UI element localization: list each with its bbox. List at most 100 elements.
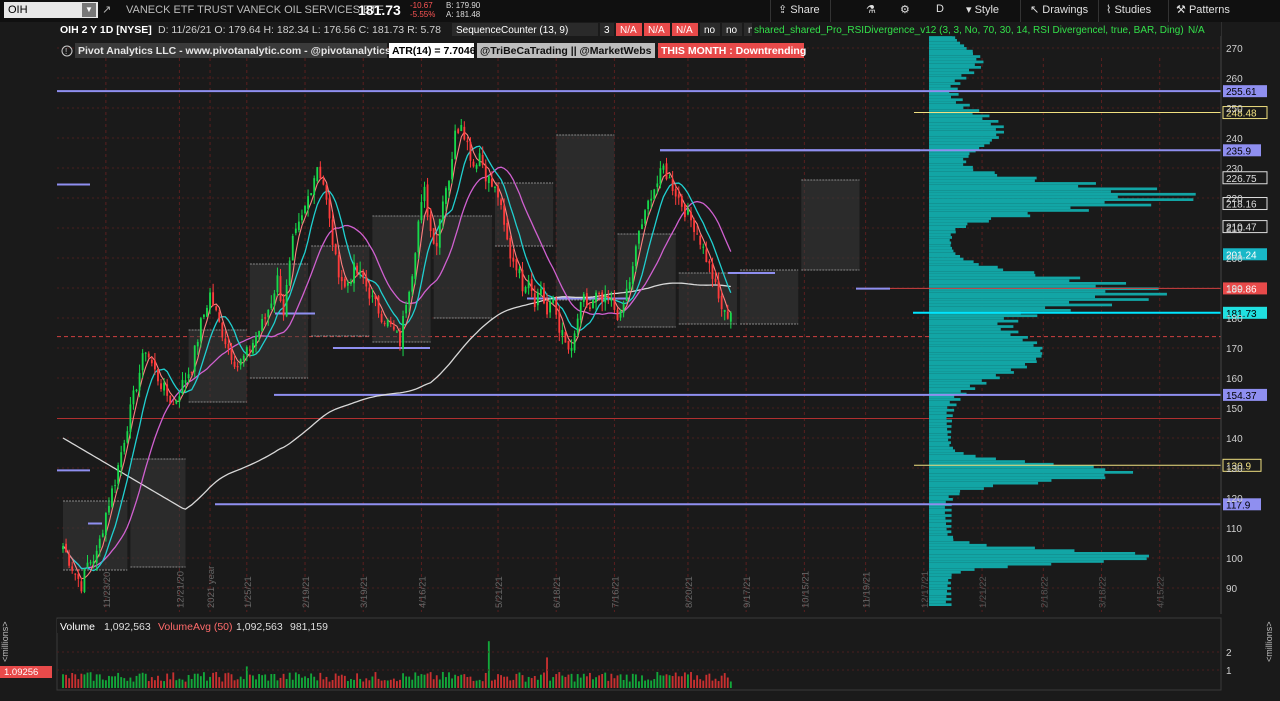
- volume-bar: [304, 676, 306, 688]
- chart-area[interactable]: 255.61 248.48 235.9 226.75 218.16 210.47 201.2…: [0, 22, 1280, 698]
- candle-body: [729, 312, 732, 322]
- toolbar-divider: [770, 0, 771, 22]
- volume-bar: [135, 675, 138, 688]
- candle-body: [435, 242, 438, 247]
- profile-bar: [929, 535, 954, 539]
- volume-bar: [647, 679, 650, 688]
- profile-bar: [929, 55, 981, 58]
- profile-bar: [929, 147, 980, 150]
- volume-bar: [711, 680, 714, 688]
- profile-bar: [929, 74, 962, 77]
- link-arrow-icon[interactable]: ↗: [102, 3, 111, 16]
- profile-bar: [929, 338, 1023, 342]
- candle-body: [613, 298, 616, 310]
- profile-bar: [929, 414, 953, 417]
- style-label: Style: [974, 4, 1000, 16]
- profile-bar: [929, 330, 1019, 334]
- patterns-button[interactable]: ⚒ Patterns: [1176, 3, 1230, 16]
- candle-body: [301, 215, 303, 221]
- profile-bar: [929, 187, 1158, 191]
- candle-body: [276, 275, 279, 293]
- candle-body: [457, 129, 460, 133]
- patterns-icon: ⚒: [1176, 4, 1186, 16]
- volume-bar: [147, 681, 150, 688]
- range-box: [556, 135, 615, 300]
- volume-avg-value: 1,092,563: [236, 621, 283, 633]
- profile-bar: [929, 319, 1019, 323]
- profile-bar: [929, 306, 1046, 309]
- candle-body: [714, 278, 717, 282]
- candle-body: [536, 292, 539, 306]
- profile-bar: [929, 508, 952, 512]
- profile-bar: [929, 352, 1043, 355]
- profile-bar: [929, 211, 1028, 215]
- candle-body: [598, 293, 601, 295]
- net-change-value: -10.67: [410, 1, 433, 10]
- candle-body: [230, 349, 233, 361]
- volume-bar: [252, 675, 254, 688]
- volume-bar: [533, 675, 536, 688]
- flask-button[interactable]: ⚗: [866, 3, 876, 16]
- candle-body: [432, 228, 435, 244]
- candle-body: [570, 347, 573, 351]
- profile-bar: [929, 419, 952, 423]
- candle-body: [628, 282, 631, 290]
- studies-button[interactable]: ⌇ Studies: [1106, 3, 1151, 16]
- volume-bar: [463, 674, 466, 688]
- profile-bar: [929, 79, 955, 83]
- candle-body: [634, 246, 637, 267]
- profile-bar: [929, 292, 1167, 296]
- profile-bar: [929, 219, 989, 223]
- style-button[interactable]: ▾ Style: [966, 3, 999, 16]
- volume-bar: [104, 680, 107, 688]
- profile-bar: [929, 295, 1096, 299]
- volume-bar: [172, 672, 175, 688]
- studies-label: Studies: [1114, 4, 1152, 16]
- volume-bar: [282, 673, 285, 688]
- period-button[interactable]: D: [936, 3, 944, 15]
- last-price: 181.73: [358, 2, 401, 18]
- price-tag-text: 226.75: [1226, 174, 1257, 185]
- profile-bar: [929, 549, 1075, 552]
- volume-bar: [683, 672, 686, 688]
- profile-bar: [929, 317, 1004, 320]
- drawings-button[interactable]: ↖ Drawings: [1030, 3, 1088, 16]
- candle-body: [683, 203, 686, 218]
- volume-bar: [101, 679, 104, 688]
- share-button[interactable]: ⇪ Share: [778, 3, 820, 16]
- volume-bar: [310, 673, 313, 688]
- profile-bar: [929, 538, 954, 542]
- profile-bar: [929, 39, 957, 42]
- candle-body: [445, 188, 447, 204]
- volume-bar: [555, 674, 558, 688]
- profile-bar: [929, 579, 949, 582]
- candle-body: [282, 299, 285, 316]
- header-row-1: OIH 2 Y 1D [NYSE] D: 11/26/21 O: 179.64 …: [57, 22, 1221, 36]
- pct-change-value: -5.55%: [410, 10, 436, 19]
- candle-body: [117, 465, 120, 484]
- price-chart[interactable]: 255.61248.48235.9226.75218.16210.47201.2…: [0, 22, 1280, 698]
- candle-body: [279, 276, 282, 302]
- symbol-dropdown-icon[interactable]: ▼: [82, 3, 96, 17]
- volume-bar: [285, 679, 288, 688]
- candle-body: [475, 164, 478, 169]
- candle-body: [331, 219, 334, 245]
- settings-button[interactable]: ⚙: [900, 3, 910, 16]
- candle-body: [420, 202, 423, 221]
- volume-bar: [613, 678, 616, 688]
- volume-bar: [475, 680, 478, 688]
- profile-bar: [929, 368, 1011, 372]
- price-axis-label: 260: [1226, 74, 1243, 85]
- profile-bar: [929, 195, 1118, 199]
- candle-body: [411, 276, 414, 292]
- profile-bar: [929, 309, 1071, 312]
- profile-bar: [929, 106, 964, 110]
- time-axis-label: 3/19/21: [359, 576, 370, 608]
- volume-bar: [98, 674, 101, 688]
- volume-bar: [153, 680, 156, 688]
- volume-bar: [543, 672, 545, 688]
- profile-bar: [929, 408, 955, 412]
- volume-bar: [659, 675, 662, 688]
- profile-bar: [929, 103, 970, 107]
- price-axis-label: 170: [1226, 344, 1243, 355]
